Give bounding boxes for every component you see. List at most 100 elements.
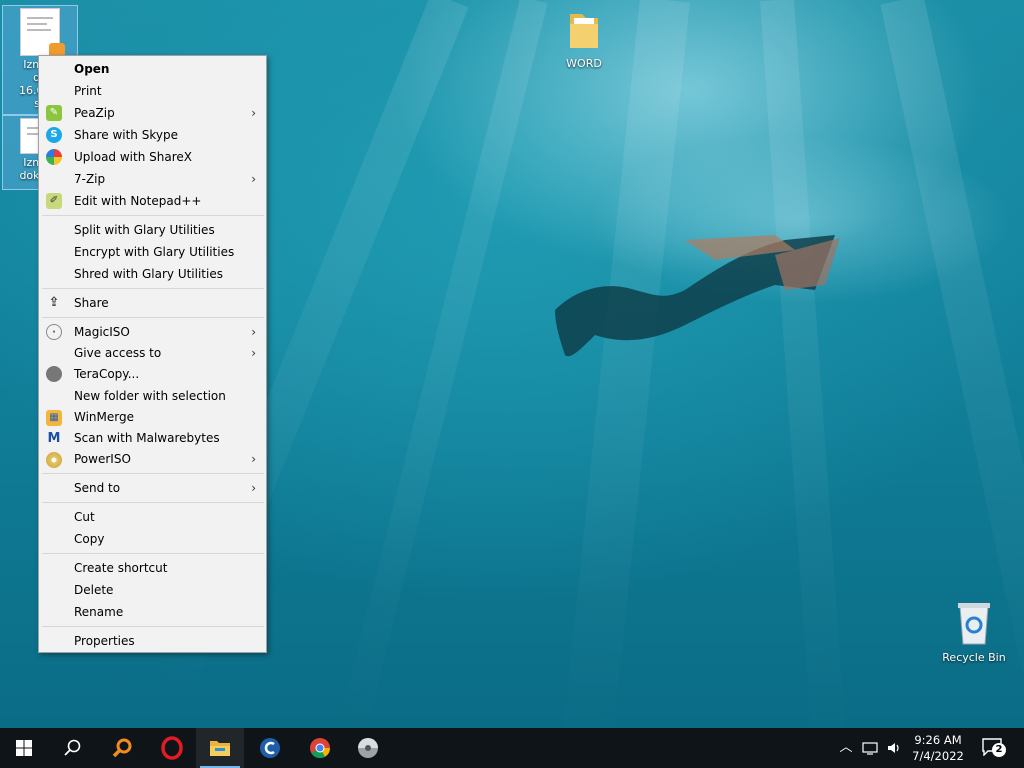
submenu-arrow-icon: › [251,346,256,360]
notepadpp-icon: ✐ [46,193,62,209]
teracopy-icon [46,366,62,382]
menu-separator [42,215,264,216]
menu-item-label: Copy [74,532,105,546]
menu-item-label: PowerISO [74,452,131,466]
menu-item-label: WinMerge [74,410,134,424]
menu-item-rename[interactable]: Rename [39,601,266,623]
peazip-icon: ✎ [46,105,62,121]
menu-item-send-to[interactable]: Send to › [39,477,266,499]
submenu-arrow-icon: › [251,481,256,495]
menu-item-label: Properties [74,634,135,648]
light-ray [336,0,548,728]
folder-icon [210,741,230,756]
folder-label: WORD [566,57,602,70]
menu-item-peazip[interactable]: ✎ PeaZip › [39,102,266,124]
taskbar-app-everything[interactable] [98,728,146,768]
notification-count-badge: 2 [992,743,1006,757]
menu-item-label: Shred with Glary Utilities [74,267,223,281]
menu-item-winmerge[interactable]: ▦ WinMerge [39,407,266,428]
magnifier-app-icon [112,738,132,758]
taskbar-app-ccleaner[interactable] [246,728,294,768]
menu-item-label: Encrypt with Glary Utilities [74,245,235,259]
menu-item-copy[interactable]: Copy [39,528,266,550]
show-hidden-icons-chevron-up-icon[interactable]: ︿ [838,740,854,756]
menu-item-label: PeaZip [74,106,115,120]
menu-item-create-shortcut[interactable]: Create shortcut [39,557,266,579]
menu-item-7zip[interactable]: 7-Zip › [39,168,266,190]
menu-item-label: Cut [74,510,95,524]
menu-item-upload-with-sharex[interactable]: Upload with ShareX [39,146,266,168]
menu-item-label: Share [74,296,109,310]
menu-item-label: Upload with ShareX [74,150,192,164]
menu-item-shred-glary[interactable]: Shred with Glary Utilities [39,263,266,285]
menu-item-teracopy[interactable]: TeraCopy... [39,363,266,385]
menu-item-give-access-to[interactable]: Give access to › [39,343,266,363]
search-button[interactable] [48,728,96,768]
desktop-recycle-bin[interactable]: Recycle Bin [936,600,1012,664]
diver-wallpaper-figure [555,235,840,357]
menu-item-print[interactable]: Print [39,80,266,102]
menu-separator [42,317,264,318]
share-icon: ⇪ [48,295,60,310]
submenu-arrow-icon: › [251,452,256,466]
taskbar-app-chrome[interactable] [296,728,344,768]
context-menu: Open Print ✎ PeaZip › S Share with Skype… [38,55,267,653]
taskbar-clock[interactable]: 9:26 AM 7/4/2022 [908,732,968,764]
menu-item-cut[interactable]: Cut [39,506,266,528]
menu-item-delete[interactable]: Delete [39,579,266,601]
opera-icon [161,736,183,760]
submenu-arrow-icon: › [251,106,256,120]
menu-item-encrypt-glary[interactable]: Encrypt with Glary Utilities [39,241,266,263]
windows-logo-icon [16,740,32,756]
recycle-bin-icon [958,603,990,645]
desktop-folder-word[interactable]: WORD [546,10,622,70]
chrome-icon [310,738,331,759]
menu-separator [42,288,264,289]
desktop[interactable]: Izmen do 16.04.2 sc Izmen dok. 16 WORD R… [0,0,1024,728]
menu-item-edit-with-notepadpp[interactable]: ✐ Edit with Notepad++ [39,190,266,212]
menu-item-label: MagicISO [74,325,130,339]
menu-separator [42,553,264,554]
menu-item-magiciso[interactable]: · MagicISO › [39,321,266,343]
taskbar: ︿ 9:26 AM 7/4/2022 2 [0,728,1024,768]
malwarebytes-icon: M [47,431,61,446]
menu-separator [42,626,264,627]
volume-icon[interactable] [886,740,902,756]
winmerge-icon: ▦ [46,410,62,426]
menu-separator [42,502,264,503]
menu-item-scan-malwarebytes[interactable]: M Scan with Malwarebytes [39,428,266,449]
start-button[interactable] [0,728,48,768]
action-center-button[interactable]: 2 [980,736,1008,760]
menu-item-new-folder-with-selection[interactable]: New folder with selection [39,385,266,407]
menu-item-share[interactable]: ⇪ Share [39,292,266,314]
menu-item-open[interactable]: Open [39,58,266,80]
clock-time: 9:26 AM [914,733,962,747]
menu-item-label: Rename [74,605,124,619]
search-icon [64,739,81,756]
menu-item-label: Delete [74,583,114,597]
menu-item-label: Edit with Notepad++ [74,194,202,208]
menu-item-label: Scan with Malwarebytes [74,431,220,445]
poweriso-icon [46,452,62,468]
menu-item-label: Send to [74,481,121,495]
menu-item-label: TeraCopy... [74,367,140,381]
submenu-arrow-icon: › [251,325,256,339]
taskbar-app-opera[interactable] [148,728,196,768]
menu-item-label: Split with Glary Utilities [74,223,215,237]
submenu-arrow-icon: › [251,172,256,186]
disc-app-icon [358,738,378,758]
network-icon[interactable] [862,740,878,756]
menu-item-properties[interactable]: Properties [39,630,266,652]
skype-icon: S [46,127,62,143]
menu-item-label: Create shortcut [74,561,168,575]
menu-item-label: Give access to [74,346,162,360]
clock-date: 7/4/2022 [912,749,964,763]
taskbar-app-file-explorer[interactable] [196,728,244,768]
taskbar-app-other[interactable] [344,728,392,768]
menu-item-label: New folder with selection [74,389,226,403]
menu-item-poweriso[interactable]: PowerISO › [39,449,266,470]
recycle-bin-label: Recycle Bin [942,651,1006,664]
menu-item-share-with-skype[interactable]: S Share with Skype [39,124,266,146]
folder-icon [570,14,598,48]
menu-item-split-glary[interactable]: Split with Glary Utilities [39,219,266,241]
